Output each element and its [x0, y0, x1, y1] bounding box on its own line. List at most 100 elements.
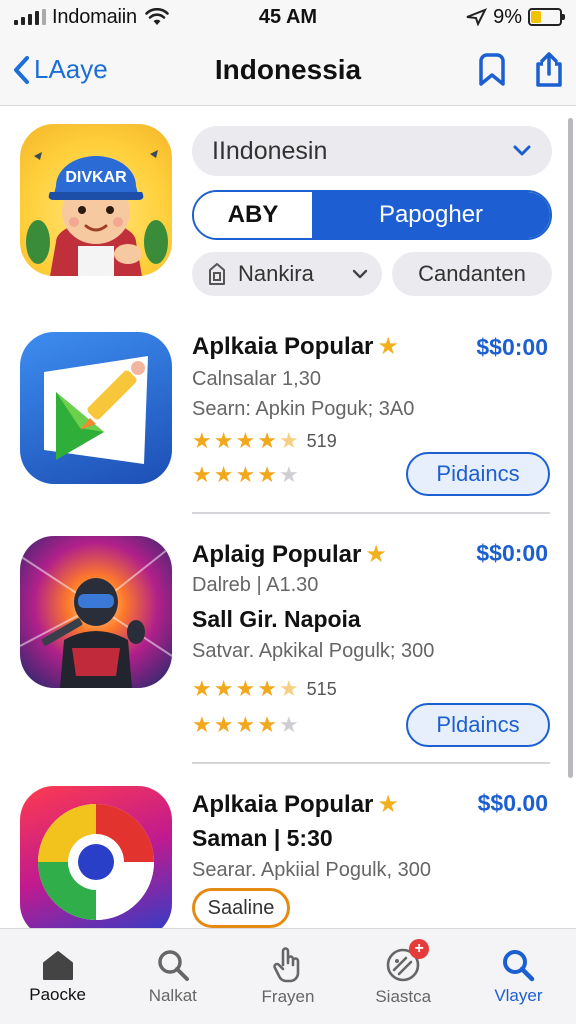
bookmark-icon[interactable] [476, 52, 508, 87]
star-icon: ★ [257, 712, 277, 737]
ranking-chip-label: Nankira [238, 261, 314, 286]
status-badge[interactable]: Saaline [192, 888, 290, 928]
tab-label: Siastca [375, 986, 432, 1006]
segment-papogher[interactable]: Papogher [312, 192, 550, 238]
tab-label: Vlayer [494, 985, 543, 1005]
pencil-arrow-icon [44, 356, 148, 464]
chevron-down-icon [513, 145, 531, 156]
rating-stars: ★ ★ ★ ★ ★ 519 [192, 428, 337, 454]
wifi-icon [145, 8, 169, 25]
battery-icon [528, 8, 565, 26]
candidate-filter-chip[interactable]: Candanten [392, 252, 552, 296]
star-icon: ★ [278, 428, 299, 453]
tab-label: Nalkat [148, 985, 197, 1005]
segmented-control: ABY Papogher [192, 190, 552, 240]
divider [192, 512, 550, 514]
armored-soldier-icon [20, 545, 172, 688]
main-content[interactable]: DIVKAR IIndonesin ABY Papogher Nankira C… [0, 106, 576, 928]
star-icon: ★ [213, 462, 234, 487]
rating-count: 519 [306, 430, 337, 451]
app-icon-browser[interactable] [20, 786, 172, 928]
tab-games[interactable]: + Siastca [346, 929, 461, 1024]
hand-icon [273, 946, 300, 982]
star-icon: ★ [257, 428, 277, 453]
tab-hand[interactable]: Frayen [230, 929, 345, 1024]
app-icon-game[interactable] [20, 536, 172, 688]
app-description: Satvar. Apkikal Pogulk; 300 [192, 640, 435, 662]
star-icon: ★ [213, 428, 234, 453]
featured-app-icon[interactable]: DIVKAR [20, 124, 172, 276]
app-icon-drawing[interactable] [20, 332, 172, 484]
star-icon: ★ [213, 712, 234, 737]
app-price: $$0:00 [476, 540, 548, 566]
star-icon: ★ [192, 462, 212, 487]
tab-bar: Paocke Nalkat Frayen + Siastca Vlayer [0, 928, 576, 1024]
cellular-signal-icon [14, 9, 46, 25]
star-icon: ★ [278, 676, 299, 701]
app-title-text: Aplkaia Popular [192, 790, 374, 818]
carrier-name: Indomaiin [52, 5, 137, 28]
country-dropdown[interactable]: IIndonesin [192, 126, 552, 176]
rating-stars-secondary: ★ ★ ★ ★ ★ [192, 462, 299, 488]
rating-count: 515 [306, 678, 337, 699]
app-title-text: Aplkaia Popular [192, 332, 374, 360]
app-description: Searar. Apkiial Pogulk, 300 [192, 859, 432, 881]
star-icon: ★ [213, 676, 234, 701]
tab-label: Paocke [29, 984, 86, 1004]
back-label: LAaye [34, 54, 108, 84]
app-title[interactable]: Aplaig Popular ★ [192, 540, 387, 569]
star-icon: ★ [365, 541, 387, 568]
app-title[interactable]: Aplkaia Popular ★ [192, 332, 399, 361]
app-get-button[interactable]: Pidaincs [406, 452, 550, 496]
search-icon [503, 949, 535, 981]
app-subtitle: Dalreb | A1.30 [192, 574, 319, 596]
tab-search[interactable]: Nalkat [115, 929, 230, 1024]
star-icon: ★ [235, 428, 256, 453]
app-developer: Sall Gir. Napoia [192, 606, 361, 632]
search-icon [158, 949, 189, 981]
battery-percent: 9% [493, 5, 522, 28]
chevron-left-icon [14, 55, 29, 84]
star-icon: ★ [235, 712, 256, 737]
dropdown-value: IIndonesin [212, 136, 328, 165]
tag-icon [209, 263, 225, 285]
app-title-text: Aplaig Popular [192, 540, 362, 568]
app-description: Searn: Apkin Poguk; 3A0 [192, 398, 415, 420]
app-title[interactable]: Aplkaia Popular ★ [192, 790, 399, 819]
star-icon: ★ [278, 712, 299, 737]
star-icon: ★ [377, 333, 399, 360]
location-arrow-icon [466, 8, 488, 26]
notification-badge: + [409, 938, 430, 959]
star-icon: ★ [257, 462, 277, 487]
share-icon[interactable] [534, 51, 564, 88]
app-developer: Saman | 5:30 [192, 825, 333, 851]
app-subtitle: Calnsalar 1,30 [192, 368, 321, 390]
tab-player[interactable]: Vlayer [461, 929, 576, 1024]
segment-aby[interactable]: ABY [194, 192, 312, 238]
browser-ring-icon [38, 804, 154, 920]
rating-stars-secondary: ★ ★ ★ ★ ★ [192, 712, 299, 738]
tab-label: Frayen [261, 986, 315, 1006]
divider [192, 762, 550, 764]
back-button[interactable]: LAaye [12, 54, 108, 85]
status-bar: Indomaiin 45 AM 9% [0, 0, 576, 34]
featured-icon-text: DIVKAR [65, 169, 127, 186]
ranking-filter-chip[interactable]: Nankira [192, 252, 382, 296]
home-icon [42, 950, 73, 980]
star-icon: ★ [235, 462, 256, 487]
star-icon: ★ [235, 676, 256, 701]
rating-stars: ★ ★ ★ ★ ★ 515 [192, 676, 337, 702]
star-icon: ★ [192, 712, 212, 737]
battery-level [531, 11, 541, 23]
scrollbar[interactable] [568, 118, 573, 778]
star-icon: ★ [192, 676, 212, 701]
chevron-down-icon [352, 269, 368, 279]
app-price: $$0.00 [477, 790, 548, 816]
app-get-button[interactable]: Pldaincs [406, 703, 550, 747]
star-icon: ★ [192, 428, 212, 453]
cartoon-character-icon: DIVKAR [26, 150, 168, 276]
navigation-bar: LAaye Indonessia [0, 34, 576, 106]
star-icon: ★ [257, 676, 277, 701]
star-icon: ★ [377, 791, 399, 818]
tab-home[interactable]: Paocke [0, 929, 115, 1024]
